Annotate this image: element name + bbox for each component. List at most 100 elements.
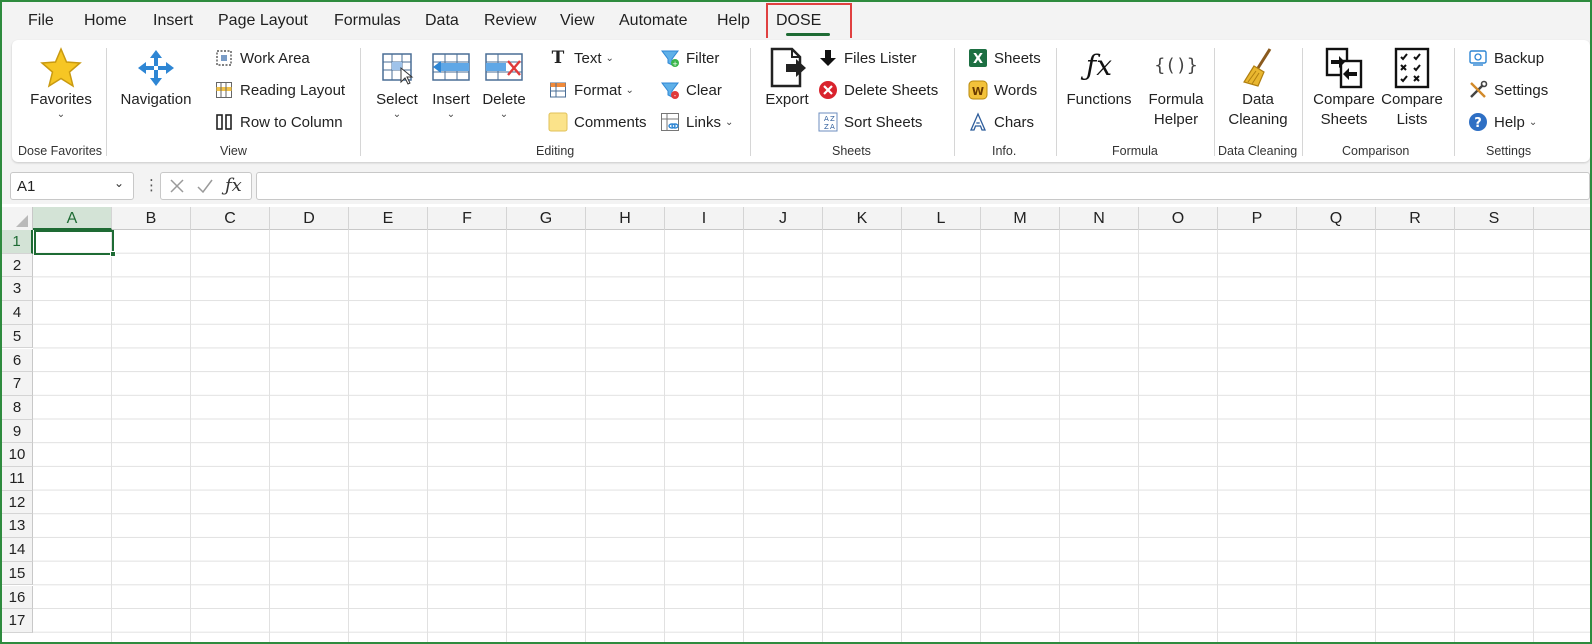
- row-header-11[interactable]: 11: [2, 467, 33, 491]
- row-to-column-label: Row to Column: [240, 113, 343, 131]
- column-header-p[interactable]: P: [1218, 207, 1297, 230]
- data-cleaning-button[interactable]: Data Cleaning: [1224, 46, 1292, 130]
- tab-file[interactable]: File: [28, 12, 54, 30]
- comments-label: Comments: [574, 113, 647, 131]
- chevron-down-icon[interactable]: ⌄: [114, 176, 124, 190]
- group-separator: [360, 48, 361, 156]
- column-header-j[interactable]: J: [744, 207, 823, 230]
- compare-lists-button[interactable]: Compare Lists: [1380, 46, 1444, 130]
- tab-review[interactable]: Review: [484, 12, 536, 30]
- column-header-r[interactable]: R: [1376, 207, 1455, 230]
- row-header-16[interactable]: 16: [2, 585, 33, 610]
- group-label-comparison: Comparison: [1342, 144, 1410, 158]
- formula-input[interactable]: [256, 172, 1590, 200]
- cancel-icon[interactable]: [167, 176, 187, 196]
- column-header-m[interactable]: M: [981, 207, 1060, 230]
- column-header-c[interactable]: C: [191, 207, 270, 230]
- column-header-f[interactable]: F: [428, 207, 507, 230]
- column-header-e[interactable]: E: [349, 207, 428, 230]
- delete-sheets-label: Delete Sheets: [844, 81, 939, 99]
- row-header-8[interactable]: 8: [2, 395, 33, 420]
- tab-page-layout[interactable]: Page Layout: [218, 12, 308, 30]
- row-header-17[interactable]: 17: [2, 609, 33, 633]
- row-header-12[interactable]: 12: [2, 490, 33, 515]
- backup-icon: [1468, 48, 1488, 68]
- favorites-button[interactable]: Favorites ⌄: [26, 46, 96, 120]
- tab-home[interactable]: Home: [84, 12, 127, 30]
- column-header-b[interactable]: B: [112, 207, 191, 230]
- filter-button[interactable]: + Filter: [660, 46, 719, 70]
- help-button[interactable]: ? Help ⌄: [1468, 110, 1537, 134]
- chevron-down-icon: ⌄: [392, 109, 402, 120]
- info-sheets-button[interactable]: X Sheets: [968, 46, 1041, 70]
- group-separator: [106, 48, 107, 156]
- sort-sheets-button[interactable]: AZZA Sort Sheets: [818, 110, 922, 134]
- row-header-9[interactable]: 9: [2, 419, 33, 444]
- row-header-4[interactable]: 4: [2, 301, 33, 325]
- tab-help[interactable]: Help: [717, 12, 750, 30]
- column-header-d[interactable]: D: [270, 207, 349, 230]
- row-header-7[interactable]: 7: [2, 372, 33, 396]
- select-button[interactable]: Select ⌄: [372, 46, 422, 120]
- fill-handle[interactable]: [110, 251, 116, 257]
- column-header-n[interactable]: N: [1060, 207, 1139, 230]
- formula-helper-button[interactable]: {()} Formula Helper: [1144, 46, 1208, 130]
- navigation-button[interactable]: Navigation: [118, 46, 194, 110]
- delete-button[interactable]: Delete ⌄: [480, 46, 528, 120]
- row-to-column-button[interactable]: Row to Column: [214, 110, 343, 134]
- select-all-corner[interactable]: [2, 207, 33, 230]
- confirm-icon[interactable]: [195, 176, 215, 196]
- column-header-s[interactable]: S: [1455, 207, 1534, 230]
- cells-area[interactable]: [33, 230, 1590, 642]
- backup-button[interactable]: Backup: [1468, 46, 1544, 70]
- column-header-l[interactable]: L: [902, 207, 981, 230]
- row-header-3[interactable]: 3: [2, 277, 33, 302]
- comments-button[interactable]: Comments: [548, 110, 647, 134]
- column-header-q[interactable]: Q: [1297, 207, 1376, 230]
- more-options-icon[interactable]: ⋮: [144, 176, 159, 194]
- active-cell[interactable]: [34, 230, 114, 255]
- group-separator: [954, 48, 955, 156]
- clear-button[interactable]: - Clear: [660, 78, 722, 102]
- text-button[interactable]: T Text ⌄: [548, 46, 614, 70]
- column-header-k[interactable]: K: [823, 207, 902, 230]
- row-header-5[interactable]: 5: [2, 324, 33, 349]
- functions-button[interactable]: ƒx Functions: [1066, 46, 1132, 110]
- export-button[interactable]: Export: [762, 46, 812, 110]
- work-area-button[interactable]: Work Area: [214, 46, 310, 70]
- filter-funnel-icon: +: [660, 48, 680, 68]
- settings-label: Settings: [1494, 81, 1549, 99]
- column-header-a[interactable]: A: [33, 207, 112, 230]
- column-header-h[interactable]: H: [586, 207, 665, 230]
- row-header-14[interactable]: 14: [2, 538, 33, 562]
- reading-layout-button[interactable]: Reading Layout: [214, 78, 345, 102]
- group-separator: [750, 48, 751, 156]
- insert-button[interactable]: Insert ⌄: [428, 46, 474, 120]
- delete-sheets-button[interactable]: Delete Sheets: [818, 78, 938, 102]
- row-header-1[interactable]: 1: [2, 230, 33, 254]
- row-header-2[interactable]: 2: [2, 253, 33, 278]
- row-header-10[interactable]: 10: [2, 443, 33, 467]
- row-header-13[interactable]: 13: [2, 514, 33, 539]
- select-grid-icon: [382, 53, 414, 85]
- column-header-o[interactable]: O: [1139, 207, 1218, 230]
- compare-sheets-button[interactable]: Compare Sheets: [1312, 46, 1376, 130]
- info-words-button[interactable]: W Words: [968, 78, 1037, 102]
- info-chars-button[interactable]: Chars: [968, 110, 1034, 134]
- links-button[interactable]: Links ⌄: [660, 110, 733, 134]
- insert-function-icon[interactable]: ƒx: [225, 175, 242, 196]
- tab-data[interactable]: Data: [425, 12, 459, 30]
- tab-insert[interactable]: Insert: [153, 12, 193, 30]
- column-header-i[interactable]: I: [665, 207, 744, 230]
- row-header-15[interactable]: 15: [2, 561, 33, 586]
- settings-button[interactable]: Settings: [1468, 78, 1548, 102]
- svg-text:A: A: [830, 123, 835, 131]
- format-button[interactable]: Format ⌄: [548, 78, 634, 102]
- tab-formulas[interactable]: Formulas: [334, 12, 401, 30]
- tab-view[interactable]: View: [560, 12, 594, 30]
- favorites-label: Favorites: [30, 91, 92, 108]
- column-header-g[interactable]: G: [507, 207, 586, 230]
- tab-automate[interactable]: Automate: [619, 12, 687, 30]
- row-header-6[interactable]: 6: [2, 348, 33, 373]
- files-lister-button[interactable]: Files Lister: [818, 46, 917, 70]
